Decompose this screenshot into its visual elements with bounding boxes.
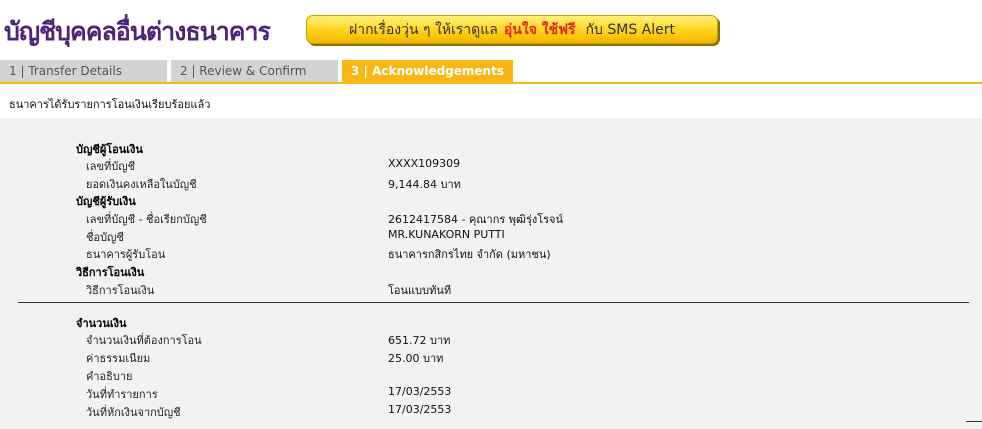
field-value: 9,144.84 บาท bbox=[388, 178, 461, 191]
field-value: 2612417584 - คุณากร พุฒิรุ่งโรจน์ bbox=[388, 213, 564, 226]
field-label: ยอดเงินคงเหลือในบัญชี bbox=[86, 178, 197, 191]
field-value: 17/03/2553 bbox=[388, 385, 452, 398]
from-account-heading: บัญชีผู้โอนเงิน bbox=[76, 143, 143, 156]
field-label: วันที่ทำรายการ bbox=[86, 388, 158, 401]
amount-heading: จำนวนเงิน bbox=[76, 317, 127, 330]
field-value: 17/03/2553 bbox=[388, 403, 452, 416]
corner-rule bbox=[966, 421, 982, 422]
field-value: โอนแบบทันที bbox=[388, 284, 452, 297]
banner-tail: กับ SMS Alert bbox=[585, 21, 675, 38]
field-label: คำอธิบาย bbox=[86, 370, 133, 383]
sms-alert-banner[interactable]: ฝากเรื่องวุ่น ๆ ให้เราดูแล อุ่นใจ ใช้ฟรี… bbox=[306, 15, 718, 44]
field-value: 651.72 บาท bbox=[388, 334, 451, 347]
field-label: ค่าธรรมเนียม bbox=[86, 352, 151, 365]
status-message: ธนาคารได้รับรายการโอนเงินเรียบร้อยแล้ว bbox=[9, 98, 211, 111]
details-panel: บัญชีผู้โอนเงิน เลขที่บัญชี XXXX109309 ย… bbox=[0, 118, 982, 429]
field-value: MR.KUNAKORN PUTTI bbox=[388, 228, 505, 241]
banner-text: ฝากเรื่องวุ่น ๆ ให้เราดูแล bbox=[349, 21, 498, 38]
tab-review-confirm[interactable]: 2 | Review & Confirm bbox=[171, 60, 338, 82]
to-account-heading: บัญชีผู้รับเงิน bbox=[76, 195, 136, 208]
banner-highlight: อุ่นใจ ใช้ฟรี bbox=[503, 21, 576, 38]
tab-acknowledgements[interactable]: 3 | Acknowledgements bbox=[342, 60, 513, 82]
section-divider bbox=[18, 302, 969, 303]
step-tabs: 1 | Transfer Details 2 | Review & Confir… bbox=[0, 60, 982, 82]
field-value: ธนาคารกสิกรไทย จำกัด (มหาชน) bbox=[388, 248, 551, 261]
field-label: เลขที่บัญชี bbox=[86, 160, 136, 173]
field-value: XXXX109309 bbox=[388, 157, 461, 170]
field-label: ชื่อบัญชี bbox=[86, 231, 124, 244]
page-title: บัญชีบุคคลอื่นต่างธนาคาร bbox=[4, 17, 271, 46]
tab-underline bbox=[0, 82, 982, 84]
field-label: วันที่หักเงินจากบัญชี bbox=[86, 406, 181, 419]
field-label: ธนาคารผู้รับโอน bbox=[86, 248, 166, 261]
tab-transfer-details[interactable]: 1 | Transfer Details bbox=[0, 60, 167, 82]
method-heading: วิธีการโอนเงิน bbox=[76, 266, 145, 279]
field-label: จำนวนเงินที่ต้องการโอน bbox=[86, 334, 202, 347]
field-label: วิธีการโอนเงิน bbox=[86, 284, 155, 297]
field-value: 25.00 บาท bbox=[388, 352, 444, 365]
field-label: เลขที่บัญชี - ชื่อเรียกบัญชี bbox=[86, 213, 207, 226]
